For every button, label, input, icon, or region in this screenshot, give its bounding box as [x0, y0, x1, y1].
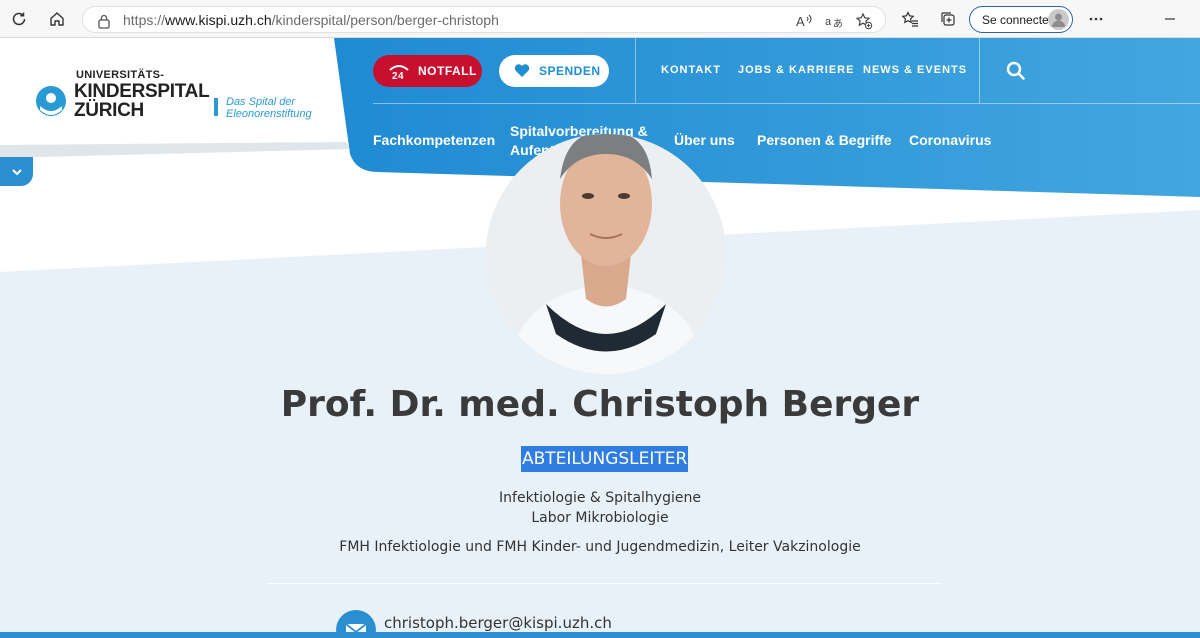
favorites-icon[interactable] [900, 9, 920, 29]
profile-photo [486, 134, 726, 374]
heart-icon [514, 64, 530, 77]
department-1: Infektiologie & Spitalhygiene [499, 490, 701, 506]
svg-text:a: a [825, 16, 832, 28]
kispi-logo-mark [36, 86, 66, 116]
add-favorite-icon[interactable] [855, 12, 873, 30]
phone-24-icon: 24 [389, 65, 409, 81]
header-separator [979, 38, 980, 103]
person-role: ABTEILUNGSLEITER [521, 446, 689, 472]
web-page: UNIVERSITÄTS- KINDERSPITAL ZÜRICH Das Sp… [0, 38, 1200, 638]
notfall-button[interactable]: 24 NOTFALL [373, 55, 482, 87]
chevron-down-icon [11, 168, 22, 175]
specialty: FMH Infektiologie und FMH Kinder- und Ju… [339, 539, 861, 555]
svg-text:A: A [796, 14, 805, 29]
nav-news-events[interactable]: NEWS & EVENTS [863, 64, 967, 76]
email-link[interactable]: christoph.berger@kispi.uzh.ch [384, 614, 612, 632]
site-logo[interactable]: UNIVERSITÄTS- KINDERSPITAL ZÜRICH Das Sp… [34, 68, 334, 128]
reload-icon[interactable] [9, 9, 29, 29]
sign-in-button[interactable]: Se connecter [969, 6, 1073, 33]
header-separator [635, 38, 636, 103]
read-aloud-icon[interactable]: A [795, 12, 813, 30]
avatar [1048, 9, 1069, 30]
sign-in-label: Se connecter [982, 13, 1053, 27]
minimize-icon[interactable] [1160, 9, 1180, 29]
translate-icon[interactable]: aあ [825, 12, 843, 30]
notfall-label: NOTFALL [418, 64, 477, 78]
logo-tag-bar [214, 98, 218, 116]
nav-kontakt[interactable]: KONTAKT [661, 64, 721, 76]
svg-text:24: 24 [392, 71, 404, 81]
logo-line-1: UNIVERSITÄTS- [76, 69, 165, 81]
section-divider [268, 583, 942, 584]
nav-coronavirus[interactable]: Coronavirus [909, 131, 991, 150]
spenden-button[interactable]: SPENDEN [499, 55, 609, 87]
home-icon[interactable] [47, 9, 67, 29]
department-2: Labor Mikrobiologie [531, 510, 669, 526]
spenden-label: SPENDEN [539, 64, 601, 78]
browser-toolbar: https://www.kispi.uzh.ch/kinderspital/pe… [0, 0, 1200, 38]
search-icon[interactable] [1006, 61, 1026, 81]
header-divider [373, 103, 1200, 104]
lock-icon[interactable] [95, 12, 113, 30]
nav-fachkompetenzen[interactable]: Fachkompetenzen [373, 131, 495, 150]
expand-toggle[interactable] [0, 157, 33, 186]
person-name: Prof. Dr. med. Christoph Berger [280, 384, 920, 425]
bottom-blue-strip [0, 632, 1200, 638]
svg-text:あ: あ [833, 18, 843, 29]
logo-line-3: ZÜRICH [74, 100, 144, 121]
nav-ueber-uns[interactable]: Über uns [674, 131, 735, 150]
logo-tagline: Das Spital der Eleonorenstiftung [226, 96, 312, 120]
address-bar[interactable]: https://www.kispi.uzh.ch/kinderspital/pe… [82, 6, 886, 33]
nav-jobs-karriere[interactable]: JOBS & KARRIERE [738, 64, 854, 76]
collections-icon[interactable] [938, 9, 958, 29]
url-text: https://www.kispi.uzh.ch/kinderspital/pe… [123, 12, 499, 28]
more-icon[interactable] [1086, 9, 1106, 29]
nav-personen-begriffe[interactable]: Personen & Begriffe [757, 131, 892, 150]
